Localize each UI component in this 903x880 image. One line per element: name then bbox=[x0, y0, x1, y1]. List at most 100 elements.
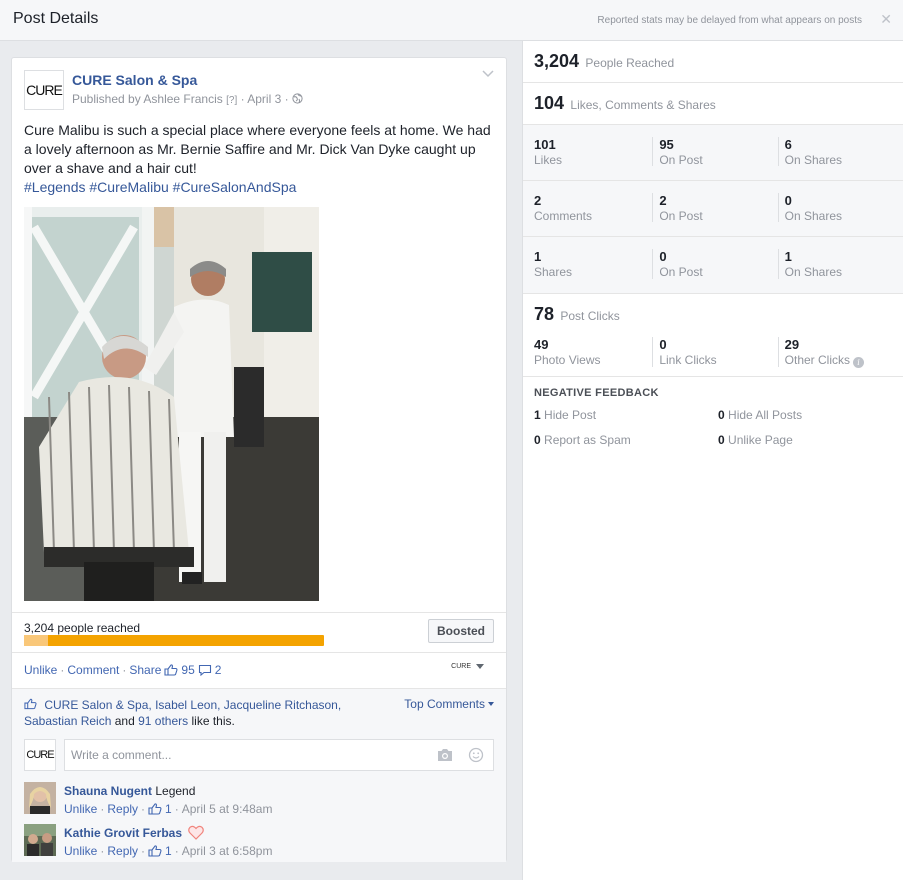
post-photo[interactable] bbox=[24, 207, 319, 601]
stat-label: Photo Views bbox=[534, 353, 601, 367]
stat-cell: 101 Likes bbox=[523, 125, 652, 180]
commenter-avatar[interactable] bbox=[24, 782, 56, 814]
top-comments-dropdown[interactable]: Top Comments bbox=[404, 697, 494, 711]
stat-cell: 6 On Shares bbox=[777, 137, 903, 167]
comment-like-count[interactable]: 1 bbox=[165, 800, 172, 818]
comment-author[interactable]: Kathie Grovit Ferbas bbox=[64, 826, 182, 840]
comment-unlike-link[interactable]: Unlike bbox=[64, 842, 97, 860]
boosted-button[interactable]: Boosted bbox=[428, 619, 494, 643]
stat-cell: 1 On Shares bbox=[777, 249, 903, 279]
stat-cell: 95 On Post bbox=[652, 137, 777, 167]
comment-as-page-selector[interactable]: CURE bbox=[451, 663, 484, 670]
comment-author[interactable]: Shauna Nugent bbox=[64, 784, 152, 798]
reach-organic-fill bbox=[24, 635, 48, 646]
shares-row: 1 Shares 0 On Post 1 On Shares bbox=[523, 237, 903, 293]
reach-row: 3,204 people reached Boosted bbox=[12, 612, 506, 652]
stat-cell: 0 On Post bbox=[652, 249, 777, 279]
emoji-icon[interactable] bbox=[468, 747, 484, 763]
comment-count[interactable]: 2 bbox=[215, 663, 222, 677]
comments-area: CURE Salon & Spa, Isabel Leon, Jacquelin… bbox=[12, 688, 506, 862]
post-body-text: Cure Malibu is such a special place wher… bbox=[24, 122, 491, 176]
post-card: CURE CURE Salon & Spa Published by Ashle… bbox=[11, 57, 507, 862]
publisher-name[interactable]: Ashlee Francis bbox=[143, 92, 222, 106]
comment-like-count[interactable]: 1 bbox=[165, 842, 172, 860]
stat-cell: 49 Photo Views bbox=[523, 337, 652, 371]
comment-item: Kathie Grovit Ferbas Unlike · Reply · 1 … bbox=[24, 824, 494, 860]
info-icon[interactable]: i bbox=[853, 357, 864, 368]
stat-value: 1 bbox=[534, 408, 541, 422]
stat-value: 0 bbox=[718, 408, 725, 422]
stat-label: Unlike Page bbox=[728, 433, 793, 447]
engagement-label: Likes, Comments & Shares bbox=[570, 98, 716, 112]
stat-cell: 2 On Post bbox=[652, 193, 777, 223]
comment-meta: Unlike · Reply · 1 · April 5 at 9:48am bbox=[64, 800, 273, 818]
post-actions: Unlike · Comment · Share 95 2 bbox=[24, 663, 222, 677]
post-text: Cure Malibu is such a special place wher… bbox=[24, 121, 494, 197]
stat-value: 0 bbox=[784, 193, 792, 208]
page-name-link[interactable]: CURE Salon & Spa bbox=[72, 72, 197, 88]
share-link[interactable]: Share bbox=[129, 663, 161, 677]
stat-value: 101 bbox=[534, 137, 556, 152]
dialog-title: Post Details bbox=[13, 10, 99, 27]
other-clicks-label: Other Clicks bbox=[784, 353, 850, 367]
engagement-breakdown: 101 Likes 95 On Post 6 On Shares 2 Comments … bbox=[523, 125, 903, 294]
hide-all-posts-stat: 0 Hide All Posts bbox=[718, 408, 802, 422]
likes-row: 101 Likes 95 On Post 6 On Shares bbox=[523, 125, 903, 181]
chevron-down-icon[interactable] bbox=[482, 70, 494, 78]
unlike-link[interactable]: Unlike bbox=[24, 663, 57, 677]
post-hashtags[interactable]: #Legends #CureMalibu #CureSalonAndSpa bbox=[24, 179, 296, 195]
post-date[interactable]: April 3 bbox=[247, 92, 281, 106]
people-reached-label: People Reached bbox=[585, 56, 675, 70]
comment-text: Legend bbox=[155, 784, 196, 798]
stat-label: On Shares bbox=[784, 153, 843, 167]
comment-body: Kathie Grovit Ferbas Unlike · Reply · 1 … bbox=[64, 824, 272, 860]
reach-text: 3,204 people reached bbox=[24, 621, 141, 635]
reach-progress-bar bbox=[24, 635, 324, 646]
commenter-avatar[interactable] bbox=[24, 824, 56, 856]
comment-unlike-link[interactable]: Unlike bbox=[64, 800, 97, 818]
stat-cell: 0 On Shares bbox=[777, 193, 903, 223]
post-preview-pane: CURE CURE Salon & Spa Published by Ashle… bbox=[0, 41, 522, 880]
stat-label: On Post bbox=[659, 209, 703, 223]
stat-value: 29 bbox=[784, 337, 800, 352]
negative-feedback-title: NEGATIVE FEEDBACK bbox=[534, 387, 659, 399]
comment-time[interactable]: April 3 at 6:58pm bbox=[182, 842, 273, 860]
likes-and: and bbox=[114, 714, 135, 728]
stat-label: Other Clicks i bbox=[785, 353, 903, 368]
engagement-value: 104 bbox=[534, 93, 565, 113]
likes-others-link[interactable]: 91 others bbox=[138, 714, 188, 728]
comment-link[interactable]: Comment bbox=[67, 663, 119, 677]
stat-label: On Post bbox=[659, 153, 703, 167]
like-count[interactable]: 95 bbox=[181, 663, 194, 677]
stat-value: 0 bbox=[659, 249, 667, 264]
stat-cell: 1 Shares bbox=[523, 237, 652, 293]
comment-body: Shauna Nugent Legend Unlike · Reply · 1 … bbox=[64, 782, 272, 818]
comment-reply-link[interactable]: Reply bbox=[107, 842, 138, 860]
comment-input[interactable] bbox=[65, 740, 425, 770]
stat-label: Hide Post bbox=[544, 408, 597, 422]
stat-value: 1 bbox=[534, 249, 542, 264]
page-logo[interactable]: CURE bbox=[24, 70, 64, 110]
stat-label: On Shares bbox=[784, 265, 843, 279]
stat-label: Link Clicks bbox=[659, 353, 717, 367]
post-details-header: Post Details Reported stats may be delay… bbox=[0, 0, 903, 41]
page-switch-logo: CURE bbox=[451, 663, 471, 670]
likes-suffix: like this. bbox=[191, 714, 235, 728]
stats-delay-note: Reported stats may be delayed from what … bbox=[597, 15, 862, 26]
clicks-breakdown: 49 Photo Views 0 Link Clicks 29 Other Click… bbox=[523, 337, 903, 371]
comment-time[interactable]: April 5 at 9:48am bbox=[182, 800, 273, 818]
comment-reply-link[interactable]: Reply bbox=[107, 800, 138, 818]
camera-icon[interactable] bbox=[437, 748, 453, 762]
stat-label: Shares bbox=[534, 265, 573, 279]
globe-icon bbox=[292, 93, 303, 104]
comment-meta: Unlike · Reply · 1 · April 3 at 6:58pm bbox=[64, 842, 273, 860]
stat-value: 95 bbox=[659, 137, 674, 152]
post-clicks-value: 78 bbox=[534, 304, 555, 324]
stat-value: 2 bbox=[534, 193, 542, 208]
stat-cell: 29 Other Clicks i bbox=[777, 337, 903, 368]
comment-bubble-icon bbox=[198, 664, 211, 676]
comment-item: Shauna Nugent Legend Unlike · Reply · 1 … bbox=[24, 782, 494, 818]
publisher-help-tag[interactable]: [?] bbox=[226, 95, 237, 106]
close-icon[interactable]: ✕ bbox=[880, 11, 892, 28]
report-spam-stat: 0 Report as Spam bbox=[534, 433, 631, 447]
